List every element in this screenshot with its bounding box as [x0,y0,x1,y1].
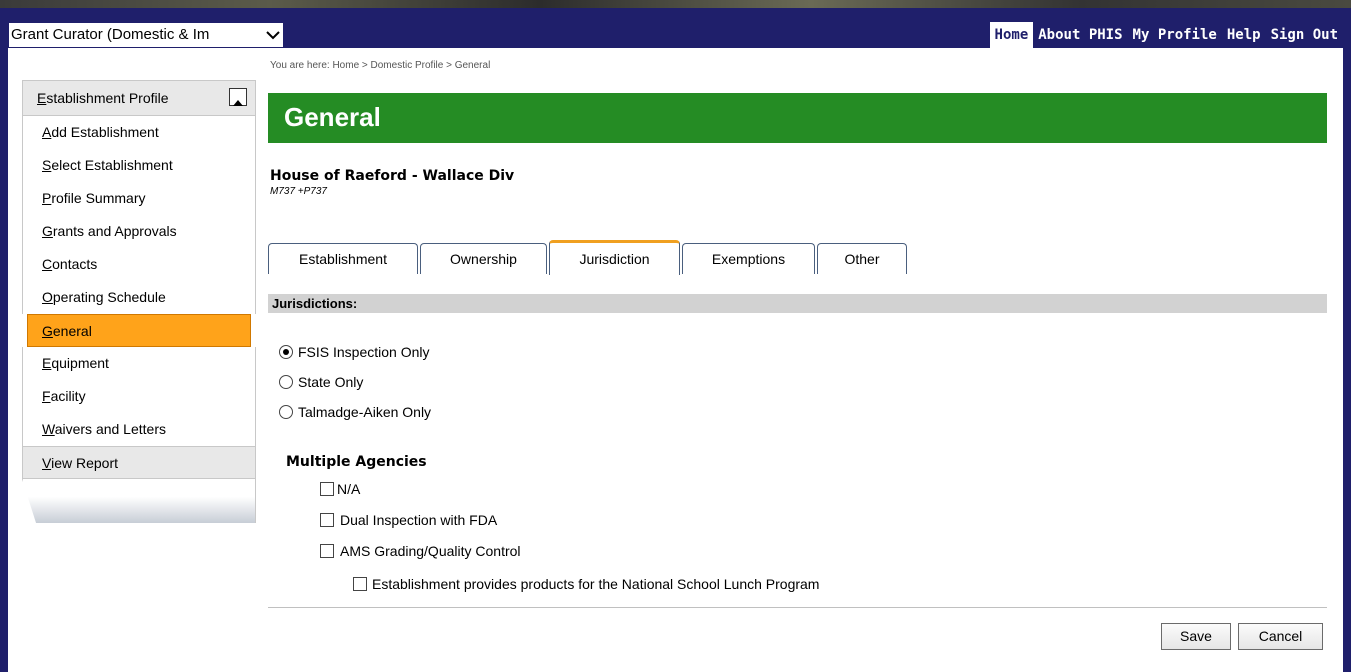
sidebar-header-label: Establishment Profile [37,90,169,106]
divider [268,607,1327,608]
checkbox[interactable] [320,482,334,496]
sidebar-item-equipment[interactable]: Equipment [22,347,256,380]
sidebar-item-select-establishment[interactable]: Select Establishment [22,149,256,182]
role-select[interactable]: Grant Curator (Domestic & Im [8,22,284,48]
radio-button[interactable] [279,375,293,389]
chevron-down-icon [266,31,280,40]
nav-sign-out[interactable]: Sign Out [1266,22,1343,48]
radio-label: Talmadge-Aiken Only [298,404,432,420]
sidebar-footer [22,479,256,523]
save-button[interactable]: Save [1161,623,1231,650]
page-title-bar: General [268,93,1327,143]
checkbox-school-lunch-program[interactable]: Establishment provides products for the … [353,576,819,592]
breadcrumb: You are here: Home > Domestic Profile > … [270,60,491,71]
sidebar-item-profile-summary[interactable]: Profile Summary [22,182,256,215]
radio-state-only[interactable]: State Only [279,374,363,390]
tab-establishment[interactable]: Establishment [268,243,418,274]
tab-exemptions[interactable]: Exemptions [682,243,815,274]
nav-my-profile[interactable]: My Profile [1128,22,1222,48]
sidebar-item-operating-schedule[interactable]: Operating Schedule [22,281,256,314]
nav-home[interactable]: Home [989,22,1034,48]
checkbox[interactable] [353,577,367,591]
sidebar-item-add-establishment[interactable]: Add Establishment [22,116,256,149]
chevron-up-icon [233,100,243,106]
radio-button[interactable] [279,345,293,359]
establishment-code: M737 +P737 [270,186,327,197]
tab-jurisdiction[interactable]: Jurisdiction [549,240,680,275]
radio-fsis-inspection-only[interactable]: FSIS Inspection Only [279,344,430,360]
role-select-value: Grant Curator (Domestic & Im [11,26,210,43]
sidebar-item-view-report[interactable]: View Report [22,446,256,479]
nav-help[interactable]: Help [1222,22,1266,48]
sidebar: Establishment Profile Add Establishment … [22,80,256,523]
establishment-name: House of Raeford - Wallace Div [270,168,515,184]
checkbox-ams-grading[interactable]: AMS Grading/Quality Control [320,543,521,559]
checkbox-label: N/A [337,481,361,497]
sidebar-header[interactable]: Establishment Profile [22,80,256,116]
checkbox-na[interactable]: N/A [320,481,360,497]
checkbox[interactable] [320,513,334,527]
top-nav: Home About PHIS My Profile Help Sign Out [989,22,1343,48]
multiple-agencies-heading: Multiple Agencies [286,454,427,470]
sidebar-item-grants-and-approvals[interactable]: Grants and Approvals [22,215,256,248]
checkbox-label: Establishment provides products for the … [372,576,820,592]
tab-ownership[interactable]: Ownership [420,243,547,274]
checkbox[interactable] [320,544,334,558]
radio-talmadge-aiken-only[interactable]: Talmadge-Aiken Only [279,404,431,420]
nav-about-phis[interactable]: About PHIS [1033,22,1127,48]
radio-label: State Only [298,374,364,390]
radio-button[interactable] [279,405,293,419]
sidebar-item-general[interactable]: General [27,314,251,347]
header-bar: Grant Curator (Domestic & Im Home About … [8,22,1343,48]
cancel-button[interactable]: Cancel [1238,623,1323,650]
sidebar-item-facility[interactable]: Facility [22,380,256,413]
tab-other[interactable]: Other [817,243,907,274]
page-title: General [284,102,381,132]
checkbox-label: AMS Grading/Quality Control [340,543,521,559]
browser-top-strip [0,0,1351,8]
checkbox-label: Dual Inspection with FDA [340,512,498,528]
collapse-button[interactable] [229,88,247,106]
section-header: Jurisdictions: [268,294,1327,313]
top-band [0,8,1351,22]
sidebar-item-contacts[interactable]: Contacts [22,248,256,281]
sidebar-item-waivers-and-letters[interactable]: Waivers and Letters [22,413,256,446]
radio-label: FSIS Inspection Only [298,344,430,360]
checkbox-dual-inspection-fda[interactable]: Dual Inspection with FDA [320,512,497,528]
